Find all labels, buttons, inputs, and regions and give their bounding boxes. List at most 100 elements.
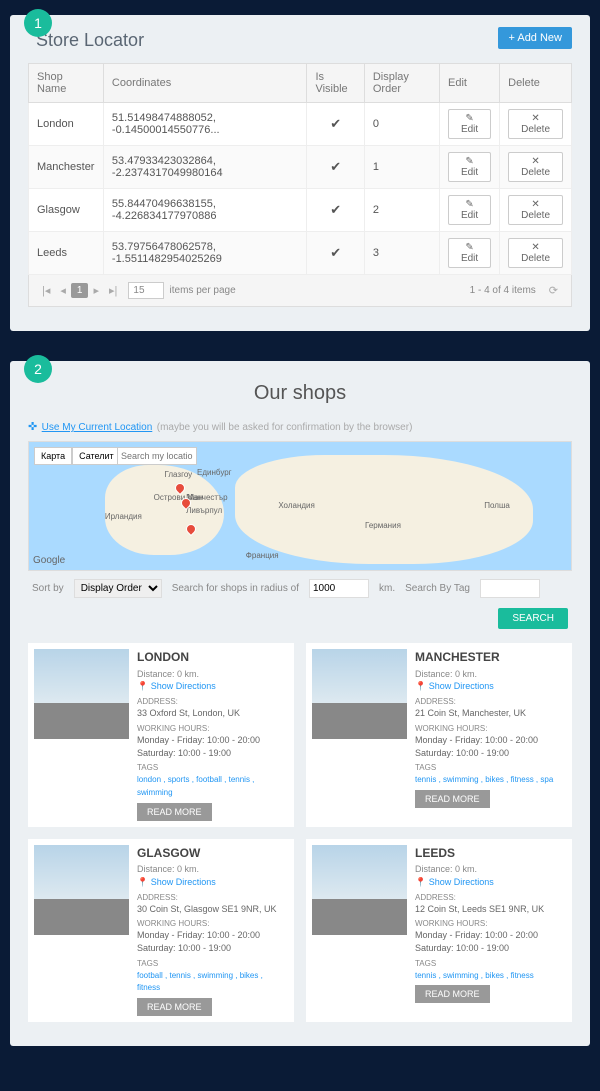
cell-visible: ✔ [307, 232, 364, 275]
read-more-button[interactable]: READ MORE [415, 985, 490, 1003]
pin-icon: 📍 [415, 877, 426, 887]
tag-link[interactable]: tennis , swimming , bikes , fitness , sp… [415, 775, 553, 784]
use-location-link[interactable]: Use My Current Location [42, 422, 153, 433]
address-label: ADDRESS: [137, 892, 288, 903]
read-more-button[interactable]: READ MORE [137, 998, 212, 1016]
cell-coords: 55.84470496638155, -4.226834177970886 [103, 189, 307, 232]
tag-link[interactable]: london , sports , football , tennis , sw… [137, 775, 254, 797]
pager-next[interactable]: ▸ [88, 281, 104, 300]
radius-input[interactable] [309, 579, 369, 598]
delete-button[interactable]: ✕ Delete [508, 195, 563, 225]
table-row: Glasgow 55.84470496638155, -4.2268341779… [29, 189, 572, 232]
hours-line: Monday - Friday: 10:00 - 20:00 [137, 734, 288, 747]
address-label: ADDRESS: [415, 696, 566, 707]
shop-cards: LONDON Distance: 0 km. 📍 Show Directions… [28, 643, 572, 1022]
tags-label: TAGS [137, 958, 288, 969]
pin-icon: 📍 [415, 681, 426, 691]
tag-input[interactable] [480, 579, 540, 598]
pager-refresh[interactable]: ⟳ [544, 281, 563, 300]
tags-label: TAGS [137, 762, 288, 773]
pager: |◂ ◂ 1 ▸ ▸| 15 items per page 1 - 4 of 4… [28, 275, 572, 307]
cell-visible: ✔ [307, 146, 364, 189]
col-header[interactable]: Display Order [364, 64, 439, 103]
cell-order: 2 [364, 189, 439, 232]
radius-label: Search for shops in radius of [172, 583, 299, 594]
show-directions-link[interactable]: 📍 Show Directions [415, 876, 566, 889]
google-logo: Google [33, 555, 65, 566]
shop-name: MANCHESTER [415, 649, 566, 666]
address-label: ADDRESS: [137, 696, 288, 707]
pager-last[interactable]: ▸| [104, 281, 122, 300]
location-hint: (maybe you will be asked for confirmatio… [157, 422, 413, 433]
pager-prev[interactable]: ◂ [55, 281, 71, 300]
pager-info: 1 - 4 of 4 items [470, 285, 536, 296]
step-badge-2: 2 [24, 355, 52, 383]
pin-icon: 📍 [137, 877, 148, 887]
cell-visible: ✔ [307, 189, 364, 232]
shop-distance: Distance: 0 km. [137, 863, 288, 876]
delete-button[interactable]: ✕ Delete [508, 238, 563, 268]
hours-label: WORKING HOURS: [137, 723, 288, 734]
col-header[interactable]: Shop Name [29, 64, 104, 103]
shop-name: LONDON [137, 649, 288, 666]
show-directions-link[interactable]: 📍 Show Directions [415, 680, 566, 693]
read-more-button[interactable]: READ MORE [137, 803, 212, 821]
table-row: London 51.51498474888052, -0.14500014550… [29, 103, 572, 146]
cell-coords: 53.79756478062578, -1.5511482954025269 [103, 232, 307, 275]
map-search-input[interactable] [117, 447, 197, 465]
edit-button[interactable]: ✎ Edit [448, 109, 491, 139]
shop-tags: tennis , swimming , bikes , fitness [415, 969, 566, 982]
table-row: Manchester 53.47933423032864, -2.2374317… [29, 146, 572, 189]
hours-label: WORKING HOURS: [415, 918, 566, 929]
shop-card: MANCHESTER Distance: 0 km. 📍 Show Direct… [306, 643, 572, 827]
shop-distance: Distance: 0 km. [415, 863, 566, 876]
col-header[interactable]: Edit [440, 64, 500, 103]
hours-line: Saturday: 10:00 - 19:00 [137, 942, 288, 955]
hours-line: Monday - Friday: 10:00 - 20:00 [415, 734, 566, 747]
tag-link[interactable]: football , tennis , swimming , bikes , f… [137, 971, 263, 993]
admin-panel: 1 Store Locator + Add New Shop NameCoord… [10, 15, 590, 331]
shop-card: LEEDS Distance: 0 km. 📍 Show Directions … [306, 839, 572, 1023]
edit-button[interactable]: ✎ Edit [448, 152, 491, 182]
map-type-map[interactable]: Карта [34, 447, 72, 465]
show-directions-link[interactable]: 📍 Show Directions [137, 680, 288, 693]
tag-label: Search By Tag [405, 583, 470, 594]
shop-address: 21 Coin St, Manchester, UK [415, 707, 566, 720]
search-button[interactable]: SEARCH [498, 608, 568, 629]
map-type-satellite[interactable]: Сателит [72, 447, 121, 465]
sort-select[interactable]: Display Order [74, 579, 162, 598]
show-directions-link[interactable]: 📍 Show Directions [137, 876, 288, 889]
per-page-label: items per page [170, 285, 236, 296]
shop-tags: london , sports , football , tennis , sw… [137, 773, 288, 798]
shop-address: 33 Oxford St, London, UK [137, 707, 288, 720]
col-header[interactable]: Is Visible [307, 64, 364, 103]
tag-link[interactable]: tennis , swimming , bikes , fitness [415, 971, 534, 980]
pager-first[interactable]: |◂ [37, 281, 55, 300]
tags-label: TAGS [415, 762, 566, 773]
filter-bar: Sort by Display Order Search for shops i… [28, 571, 572, 637]
stores-table: Shop NameCoordinatesIs VisibleDisplay Or… [28, 63, 572, 275]
shop-card: LONDON Distance: 0 km. 📍 Show Directions… [28, 643, 294, 827]
edit-button[interactable]: ✎ Edit [448, 195, 491, 225]
map[interactable]: Глазгоу Единбург Ирландия Острови Ман Ма… [28, 441, 572, 571]
hours-line: Saturday: 10:00 - 19:00 [415, 747, 566, 760]
hours-label: WORKING HOURS: [415, 723, 566, 734]
cell-visible: ✔ [307, 103, 364, 146]
cell-name: Leeds [29, 232, 104, 275]
cell-name: London [29, 103, 104, 146]
page-size-select[interactable]: 15 [128, 282, 163, 299]
cell-name: Manchester [29, 146, 104, 189]
col-header[interactable]: Delete [500, 64, 572, 103]
col-header[interactable]: Coordinates [103, 64, 307, 103]
cell-name: Glasgow [29, 189, 104, 232]
shop-name: GLASGOW [137, 845, 288, 862]
cell-order: 1 [364, 146, 439, 189]
location-row: ✜ Use My Current Location (maybe you wil… [28, 417, 572, 435]
delete-button[interactable]: ✕ Delete [508, 109, 563, 139]
shop-image [34, 845, 129, 935]
delete-button[interactable]: ✕ Delete [508, 152, 563, 182]
add-new-button[interactable]: + Add New [498, 27, 572, 49]
edit-button[interactable]: ✎ Edit [448, 238, 491, 268]
read-more-button[interactable]: READ MORE [415, 790, 490, 808]
km-label: km. [379, 583, 395, 594]
